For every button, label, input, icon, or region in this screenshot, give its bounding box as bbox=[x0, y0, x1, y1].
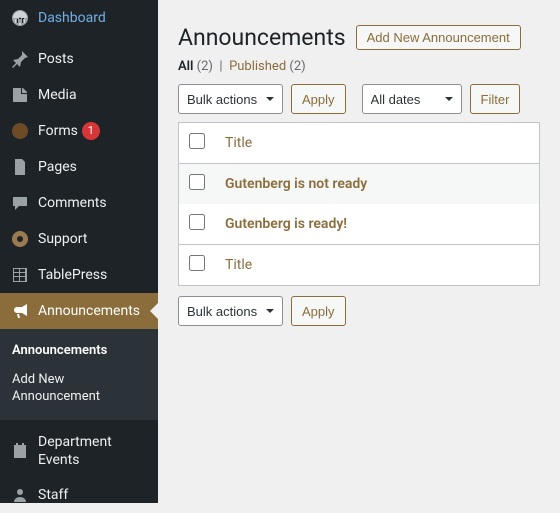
sidebar-item-staff[interactable]: Staff bbox=[0, 477, 158, 513]
sidebar-label: TablePress bbox=[38, 266, 107, 284]
posts-table: Title Gutenberg is not ready Gutenberg i… bbox=[178, 122, 540, 286]
table-row: Gutenberg is not ready bbox=[179, 164, 539, 204]
calendar-icon bbox=[10, 441, 30, 461]
page-title: Announcements bbox=[178, 24, 346, 51]
sidebar-label: Posts bbox=[38, 50, 74, 68]
sidebar-label: Staff bbox=[38, 486, 68, 504]
sidebar-item-pages[interactable]: Pages bbox=[0, 149, 158, 185]
admin-sidebar: Dashboard Posts Media Forms 1 Pages Comm… bbox=[0, 0, 158, 503]
forms-badge: 1 bbox=[82, 122, 100, 140]
sidebar-label: Comments bbox=[38, 194, 107, 212]
row-title-link[interactable]: Gutenberg is not ready bbox=[225, 176, 367, 192]
sidebar-item-tablepress[interactable]: TablePress bbox=[0, 257, 158, 293]
user-icon bbox=[10, 485, 30, 505]
tablenav-top: Bulk actions Apply All dates Filter bbox=[178, 84, 540, 114]
filter-button[interactable]: Filter bbox=[470, 84, 521, 114]
sidebar-item-forms[interactable]: Forms 1 bbox=[0, 113, 158, 149]
main-content: Announcements Add New Announcement All (… bbox=[158, 0, 560, 503]
dates-select[interactable]: All dates bbox=[362, 84, 462, 114]
sidebar-item-announcements[interactable]: Announcements bbox=[0, 293, 158, 329]
sidebar-submenu: Announcements Add New Announcement bbox=[0, 329, 158, 420]
select-all-checkbox-footer[interactable] bbox=[189, 255, 205, 271]
support-icon bbox=[10, 229, 30, 249]
page-icon bbox=[10, 157, 30, 177]
comment-icon bbox=[10, 193, 30, 213]
megaphone-icon bbox=[10, 301, 30, 321]
filter-all-link[interactable]: All bbox=[178, 59, 193, 74]
table-row: Gutenberg is ready! bbox=[179, 204, 539, 244]
row-checkbox[interactable] bbox=[189, 174, 205, 190]
filter-all-count: (2) bbox=[197, 59, 213, 74]
sidebar-label: Dashboard bbox=[38, 9, 106, 27]
sidebar-label: Announcements bbox=[38, 302, 140, 320]
dashboard-icon bbox=[10, 8, 30, 28]
table-icon bbox=[10, 265, 30, 285]
bulk-actions-select-bottom[interactable]: Bulk actions bbox=[178, 296, 283, 326]
filter-published-link[interactable]: Published bbox=[229, 59, 286, 74]
sidebar-label: Support bbox=[38, 230, 87, 248]
submenu-item-announcements[interactable]: Announcements bbox=[0, 337, 158, 366]
submenu-item-add-new[interactable]: Add New Announcement bbox=[0, 366, 158, 412]
sidebar-label: Media bbox=[38, 86, 77, 104]
apply-button[interactable]: Apply bbox=[291, 84, 346, 114]
sidebar-item-posts[interactable]: Posts bbox=[0, 41, 158, 77]
sidebar-item-support[interactable]: Support bbox=[0, 221, 158, 257]
select-all-checkbox[interactable] bbox=[189, 133, 205, 149]
row-checkbox[interactable] bbox=[189, 214, 205, 230]
row-title-link[interactable]: Gutenberg is ready! bbox=[225, 216, 347, 232]
pin-icon bbox=[10, 49, 30, 69]
tablenav-bottom: Bulk actions Apply bbox=[178, 296, 540, 326]
bulk-actions-select[interactable]: Bulk actions bbox=[178, 84, 283, 114]
sidebar-item-department-events[interactable]: Department Events bbox=[0, 425, 158, 477]
add-new-button[interactable]: Add New Announcement bbox=[356, 25, 521, 50]
media-icon bbox=[10, 85, 30, 105]
sidebar-label: Pages bbox=[38, 158, 77, 176]
filter-published-count: (2) bbox=[289, 59, 305, 74]
sidebar-label: Department Events bbox=[38, 433, 150, 469]
sidebar-item-dashboard[interactable]: Dashboard bbox=[0, 0, 158, 36]
column-header-title[interactable]: Title bbox=[215, 123, 539, 164]
status-filter-links: All (2) | Published (2) bbox=[178, 59, 540, 74]
apply-button-bottom[interactable]: Apply bbox=[291, 296, 346, 326]
column-footer-title[interactable]: Title bbox=[215, 244, 539, 285]
sidebar-item-media[interactable]: Media bbox=[0, 77, 158, 113]
sidebar-item-comments[interactable]: Comments bbox=[0, 185, 158, 221]
sidebar-label: Forms bbox=[38, 122, 78, 140]
forms-icon bbox=[10, 121, 30, 141]
